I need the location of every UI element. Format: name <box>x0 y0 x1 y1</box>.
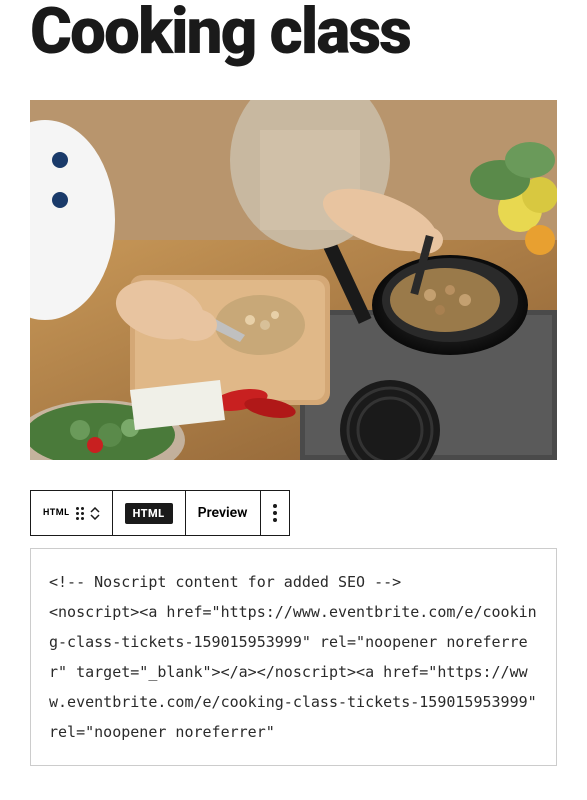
html-mode-button[interactable]: HTML <box>113 491 186 535</box>
page-title: Cooking class <box>30 0 557 64</box>
preview-label: Preview <box>198 505 248 521</box>
more-options-button[interactable] <box>261 491 289 535</box>
hero-image <box>30 100 557 460</box>
block-type-button[interactable]: HTML <box>31 491 113 535</box>
html-code-editor[interactable]: <!-- Noscript content for added SEO --> … <box>30 548 557 766</box>
block-toolbar: HTML HTML Preview <box>30 490 290 536</box>
more-icon <box>273 504 277 522</box>
drag-handle-icon <box>76 507 84 520</box>
move-arrows-icon <box>90 507 100 520</box>
html-badge: HTML <box>125 503 173 524</box>
preview-mode-button[interactable]: Preview <box>186 491 261 535</box>
html-small-label: HTML <box>43 508 70 518</box>
